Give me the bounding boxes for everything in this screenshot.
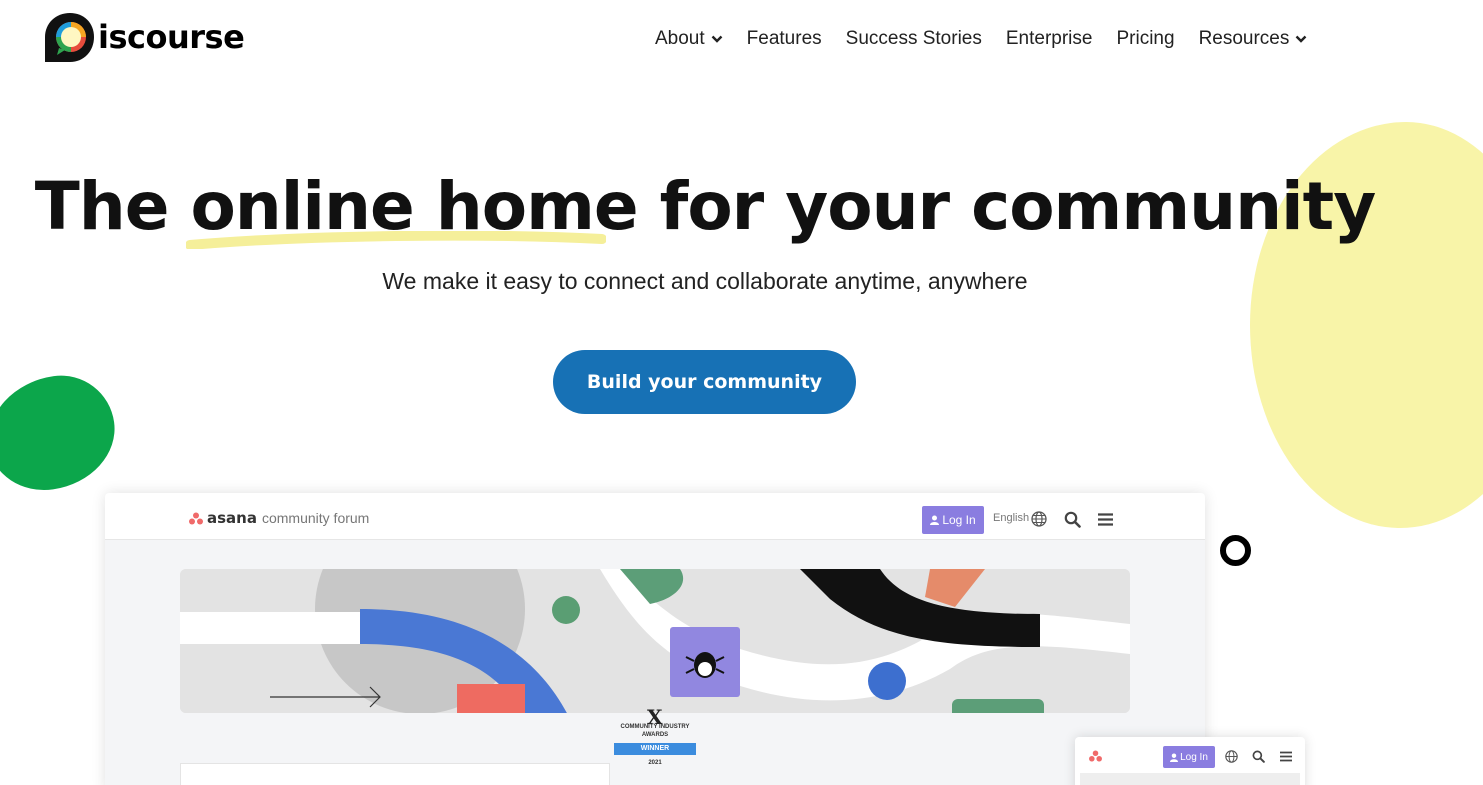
hamburger-icon[interactable]	[1280, 751, 1292, 762]
mobile-content-strip	[1080, 773, 1300, 785]
nav-success-stories[interactable]: Success Stories	[846, 28, 982, 50]
forum-preview-card: asana community forum Log In English X C…	[105, 493, 1205, 785]
ring-decoration	[1220, 535, 1251, 566]
nav-pricing-label: Pricing	[1116, 28, 1175, 49]
green-blob-decoration	[0, 368, 123, 498]
award-title: COMMUNITY INDUSTRY AWARDS	[620, 724, 690, 738]
asana-dots-icon	[1089, 750, 1102, 762]
user-icon	[1170, 753, 1179, 762]
hero-title-start: The	[34, 168, 191, 245]
globe-icon[interactable]	[1031, 511, 1047, 527]
discourse-logo[interactable]: iscourse	[44, 12, 245, 64]
globe-icon[interactable]	[1225, 750, 1238, 763]
forum-content-box	[180, 763, 610, 785]
banner-art	[180, 569, 1130, 713]
forum-header-bar: asana community forum Log In English	[105, 493, 1205, 540]
forum-banner-illustration	[180, 569, 1130, 713]
nav-about-label: About	[655, 28, 705, 49]
forum-login-label: Log In	[942, 513, 976, 527]
nav-enterprise-label: Enterprise	[1005, 28, 1093, 49]
mobile-login-button[interactable]: Log In	[1163, 746, 1215, 768]
nav-resources[interactable]: Resources	[1199, 28, 1308, 50]
nav-enterprise[interactable]: Enterprise	[1006, 28, 1093, 50]
discourse-logo-icon	[45, 13, 94, 62]
mobile-preview-card: Log In	[1075, 737, 1305, 785]
nav-resources-label: Resources	[1198, 28, 1290, 49]
language-label[interactable]: English	[993, 512, 1029, 524]
nav-features-label: Features	[746, 28, 822, 49]
asana-wordmark: asana	[207, 509, 257, 527]
nav-pricing[interactable]: Pricing	[1116, 28, 1174, 50]
nav-features[interactable]: Features	[747, 28, 822, 50]
hero-subtitle: We make it easy to connect and collabora…	[382, 268, 1028, 294]
community-award-badge: X COMMUNITY INDUSTRY AWARDS WINNER 2021	[614, 705, 696, 785]
award-year: 2021	[648, 760, 662, 766]
nav-about[interactable]: About	[655, 28, 723, 50]
logo-wordmark: iscourse	[98, 18, 245, 56]
search-icon[interactable]	[1064, 511, 1081, 528]
asana-dots-icon	[189, 512, 203, 524]
main-nav: About Features Success Stories Enterpris…	[655, 28, 1307, 50]
mobile-login-label: Log In	[1180, 751, 1208, 763]
hero-title-end: for your community	[637, 168, 1377, 245]
hero-title-highlight: online home	[186, 168, 639, 249]
hamburger-icon[interactable]	[1098, 513, 1113, 526]
forum-login-button[interactable]: Log In	[922, 506, 984, 534]
chevron-down-icon	[1296, 35, 1307, 43]
asana-logo[interactable]: asana community forum	[189, 509, 369, 527]
search-icon[interactable]	[1252, 750, 1265, 763]
forum-suffix: community forum	[261, 510, 370, 526]
nav-success-stories-label: Success Stories	[845, 28, 982, 49]
chevron-down-icon	[711, 35, 723, 43]
award-ribbon: WINNER	[614, 743, 696, 755]
build-community-button[interactable]: Build your community	[553, 350, 856, 414]
hero-title-highlight-text: online home	[190, 168, 638, 245]
hero-title: The online home for your community	[0, 168, 1410, 249]
user-icon	[930, 515, 940, 525]
